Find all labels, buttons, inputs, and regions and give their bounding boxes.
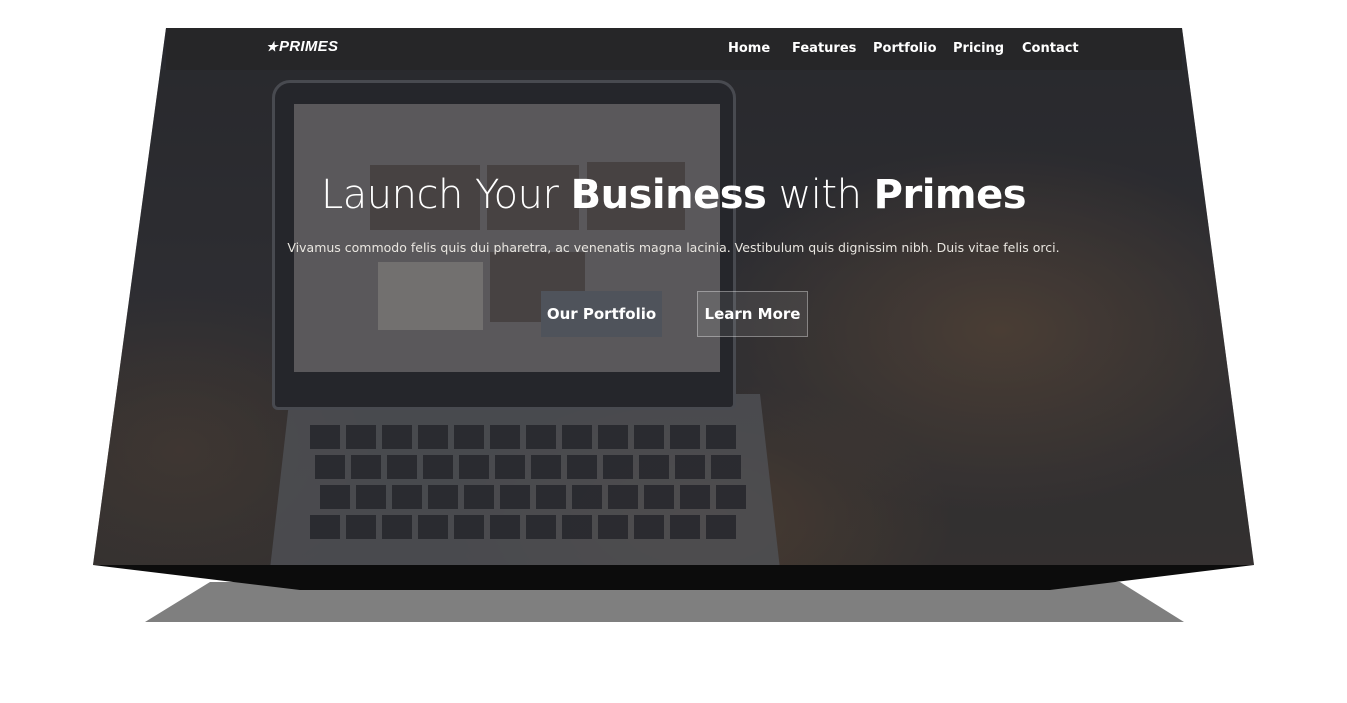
nav-item-contact[interactable]: Contact xyxy=(1022,41,1079,56)
hero-subtitle: Vivamus commodo felis quis dui pharetra,… xyxy=(287,240,1060,255)
nav-item-features[interactable]: Features xyxy=(792,41,856,56)
nav-item-home[interactable]: Home xyxy=(728,41,770,56)
hero-title-part: Launch Your xyxy=(320,172,571,218)
brand-logo[interactable]: ★PRIMES xyxy=(266,38,338,55)
hero-title-part: with xyxy=(766,172,874,218)
hero-title-bold: Business xyxy=(570,172,767,218)
hero-title-bold: Primes xyxy=(873,172,1027,218)
nav-item-portfolio[interactable]: Portfolio xyxy=(873,41,937,56)
nav-item-pricing[interactable]: Pricing xyxy=(953,41,1004,56)
hero-title: Launch Your Business with Primes xyxy=(0,172,1347,218)
star-icon: ★ xyxy=(266,39,278,54)
our-portfolio-button[interactable]: Our Portfolio xyxy=(541,291,662,337)
brand-name: PRIMES xyxy=(278,38,339,55)
learn-more-button[interactable]: Learn More xyxy=(697,291,808,337)
hero-mockup: ★PRIMES Home Features Portfolio Pricing … xyxy=(0,0,1347,703)
